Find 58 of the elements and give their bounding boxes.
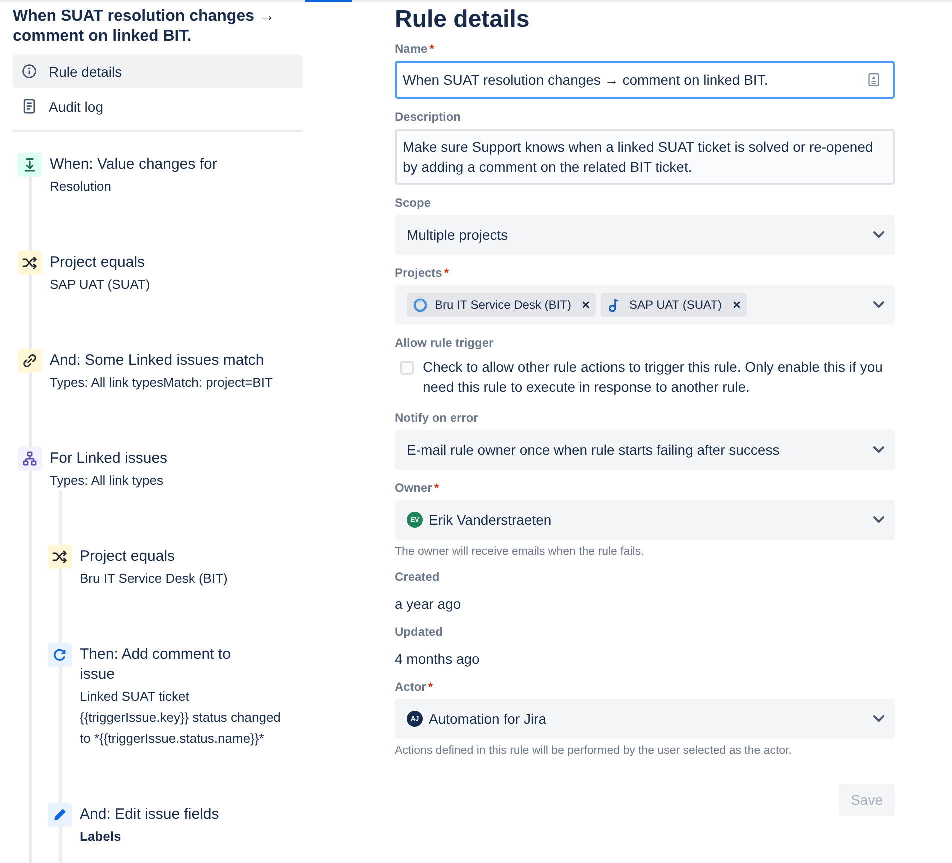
active-indicator xyxy=(305,0,352,2)
close-icon[interactable] xyxy=(582,301,590,309)
dropdown-select[interactable]: E-mail rule owner once when rule starts failing after success xyxy=(395,430,895,470)
field-value: 4 months ago xyxy=(395,650,481,669)
step-title[interactable]: Project equals xyxy=(50,253,267,273)
step-detail: Bru IT Service Desk (BIT) xyxy=(80,570,229,588)
field-label: Name * xyxy=(395,41,436,57)
checkbox-label: Check to allow other rule actions to trigger this rule. Only enable this if you need this rule to execute in response to another rule. xyxy=(423,358,884,397)
description-textarea[interactable]: Make sure Support knows when a linked SUAT ticket is solved or re-opened by adding a comment on the related BIT ticket. xyxy=(395,129,895,185)
info-icon xyxy=(22,64,37,79)
shuffle-icon xyxy=(48,545,72,569)
close-icon[interactable] xyxy=(732,301,741,309)
hierarchy-icon xyxy=(18,447,42,471)
chevron-down-icon xyxy=(873,231,885,239)
project-tag: Bru IT Service Desk (BIT) xyxy=(407,293,596,317)
nav-item[interactable]: Audit log xyxy=(13,90,303,123)
step-title[interactable]: When: Value changes for xyxy=(50,155,267,175)
ring-icon xyxy=(413,298,428,312)
dropdown-select[interactable]: Multiple projects xyxy=(395,215,895,255)
shuffle-icon xyxy=(18,251,42,275)
helper-text: The owner will receive emails when the rule fails. xyxy=(395,545,646,559)
projects-select[interactable]: Bru IT Service Desk (BIT) SAP UAT (SUAT) xyxy=(395,285,895,325)
step-title[interactable]: Then: Add comment to issue xyxy=(80,645,267,685)
field-label: Projects * xyxy=(395,265,450,281)
chevron-down-icon xyxy=(873,715,885,723)
step-detail: Linked SUAT ticket {{triggerIssue.key}} status changed to *{{triggerIssue.status.name}}* xyxy=(80,688,282,748)
project-tag: SAP UAT (SUAT) xyxy=(601,293,747,317)
field-label: Actor * xyxy=(395,679,434,695)
field-label: Updated xyxy=(395,624,444,640)
document-icon xyxy=(22,99,37,114)
field-label: Created xyxy=(395,569,441,585)
field-value: a year ago xyxy=(395,595,462,614)
field-label: Description xyxy=(395,109,462,125)
step-title[interactable]: And: Some Linked issues match xyxy=(50,351,267,371)
page-heading: Rule details xyxy=(395,6,531,34)
step-title[interactable]: For Linked issues xyxy=(50,449,267,469)
step-detail: Resolution xyxy=(50,178,112,196)
field-label: Scope xyxy=(395,195,432,211)
helper-text: Actions defined in this rule will be performed by the user selected as the actor. xyxy=(395,744,793,758)
name-input[interactable]: When SUAT resolution changes → comment on linked BIT. xyxy=(395,61,895,99)
field-name: Labels xyxy=(80,828,122,846)
field-label: Owner * xyxy=(395,480,440,496)
chevron-down-icon xyxy=(873,301,885,309)
checkbox[interactable] xyxy=(400,361,414,375)
nav-item[interactable]: Rule details xyxy=(13,55,303,88)
field-label: Notify on error xyxy=(395,410,480,426)
link-icon xyxy=(18,349,42,373)
step-title[interactable]: Project equals xyxy=(80,547,267,567)
chevron-down-icon xyxy=(873,516,885,524)
card-icon xyxy=(867,72,881,88)
step-detail: SAP UAT (SUAT) xyxy=(50,276,152,294)
step-detail: Types: All link typesMatch: project=BIT xyxy=(50,374,274,392)
rule-title: When SUAT resolution changes → comment on linked BIT. xyxy=(13,7,276,47)
field-label: Allow rule trigger xyxy=(395,335,495,351)
chevron-down-icon xyxy=(873,446,885,454)
step-detail: Types: All link types xyxy=(50,472,164,490)
step-title[interactable]: And: Edit issue fields xyxy=(80,805,267,825)
pencil-icon xyxy=(48,803,72,827)
